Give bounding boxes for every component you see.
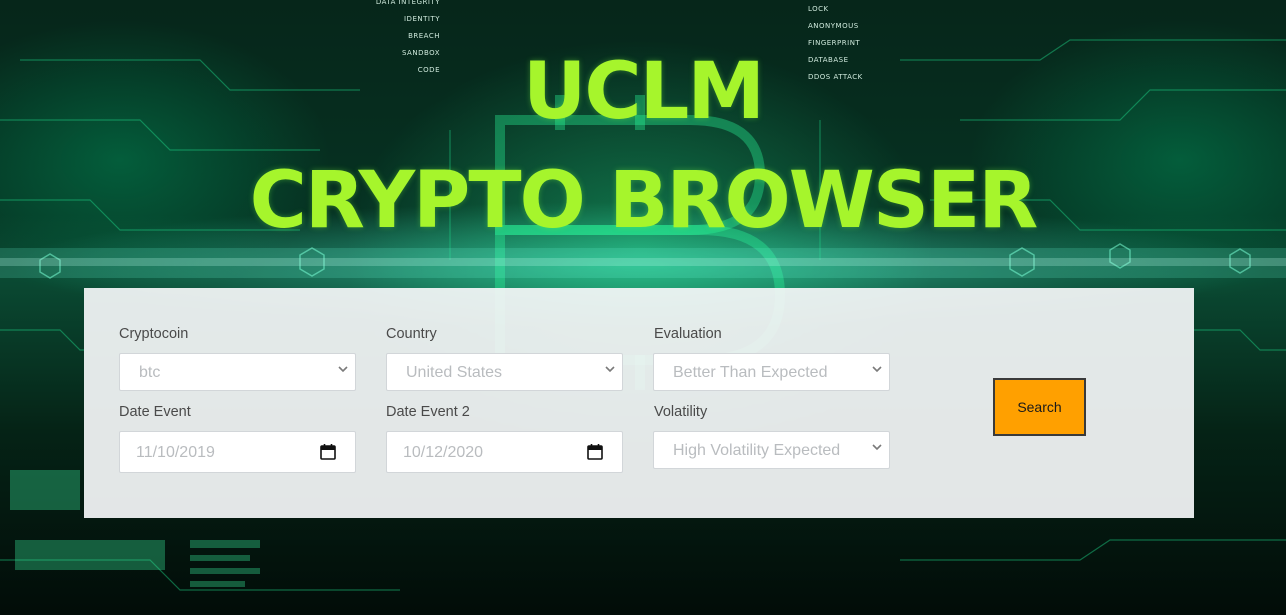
chevron-down-icon	[338, 366, 348, 373]
chevron-down-icon	[872, 444, 882, 451]
hud-label: IDENTITY	[403, 15, 440, 23]
date-event-value: 11/10/2019	[136, 444, 215, 461]
hud-label: ANONYMOUS	[808, 22, 859, 30]
evaluation-label: Evaluation	[654, 326, 722, 342]
date-event-input[interactable]: 11/10/2019	[119, 431, 356, 473]
cryptocoin-value: btc	[139, 364, 161, 381]
page-title-line2: CRYPTO BROWSER	[249, 156, 1039, 246]
volatility-value: High Volatility Expected	[673, 442, 841, 459]
volatility-label: Volatility	[654, 404, 708, 420]
cryptocoin-select[interactable]: btc	[119, 353, 356, 391]
hud-label: BREACH	[408, 32, 440, 40]
chevron-down-icon	[605, 366, 615, 373]
calendar-icon[interactable]	[586, 443, 604, 461]
volatility-select[interactable]: High Volatility Expected	[653, 431, 890, 469]
date-event-2-label: Date Event 2	[386, 404, 470, 420]
country-label: Country	[386, 326, 437, 342]
hud-label: LOCK	[808, 5, 829, 13]
country-value: United States	[406, 364, 503, 381]
country-select[interactable]: United States	[386, 353, 623, 391]
hud-label: DATA INTEGRITY	[375, 0, 440, 6]
chevron-down-icon	[872, 366, 882, 373]
evaluation-value: Better Than Expected	[673, 364, 828, 381]
evaluation-select[interactable]: Better Than Expected	[653, 353, 890, 391]
date-event-label: Date Event	[119, 404, 191, 420]
date-event-2-input[interactable]: 10/12/2020	[386, 431, 623, 473]
search-button[interactable]: Search	[993, 378, 1086, 436]
page-title-line1: UCLM	[523, 47, 765, 137]
date-event-2-value: 10/12/2020	[403, 444, 484, 461]
calendar-icon[interactable]	[319, 443, 337, 461]
cryptocoin-label: Cryptocoin	[119, 326, 189, 342]
